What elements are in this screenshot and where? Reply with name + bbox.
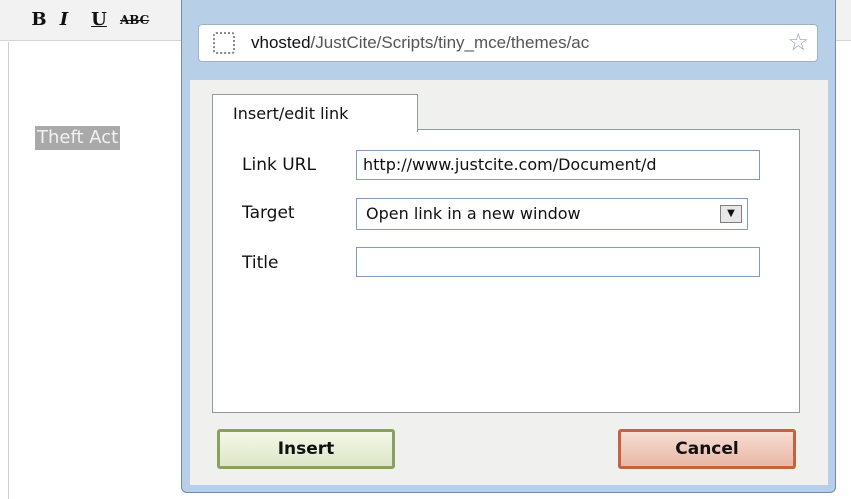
italic-button[interactable]: I [52,8,76,32]
link-form-panel: Link URL http://www.justcite.com/Documen… [212,129,800,413]
link-url-label: Link URL [242,155,316,175]
selected-text: Theft Act [35,126,121,150]
tab-insert-edit-link[interactable]: Insert/edit link [212,94,418,132]
address-host: vhosted [251,33,311,52]
insert-button[interactable]: Insert [217,429,395,469]
target-label: Target [242,203,295,223]
cancel-button[interactable]: Cancel [618,429,796,469]
link-dialog-window: vhosted/JustCite/Scripts/tiny_mce/themes… [181,0,836,493]
strikethrough-button[interactable]: ABC [120,8,160,32]
target-select[interactable]: Open link in a new window ▼ [356,198,748,230]
title-input[interactable] [356,247,760,277]
star-icon[interactable]: ☆ [787,29,809,55]
address-url: vhosted/JustCite/Scripts/tiny_mce/themes… [251,33,771,53]
address-path: /JustCite/Scripts/tiny_mce/themes/ac [310,33,590,52]
page-icon [213,32,235,54]
bold-button[interactable]: B [27,8,51,32]
insert-link-dialog: Insert/edit link Link URL http://www.jus… [190,80,828,485]
title-label: Title [242,253,279,273]
target-selected-value: Open link in a new window [366,204,581,223]
link-url-input[interactable]: http://www.justcite.com/Document/d [356,150,760,180]
address-bar[interactable]: vhosted/JustCite/Scripts/tiny_mce/themes… [198,24,818,62]
chevron-down-icon[interactable]: ▼ [720,205,742,223]
underline-button[interactable]: U [87,8,111,32]
